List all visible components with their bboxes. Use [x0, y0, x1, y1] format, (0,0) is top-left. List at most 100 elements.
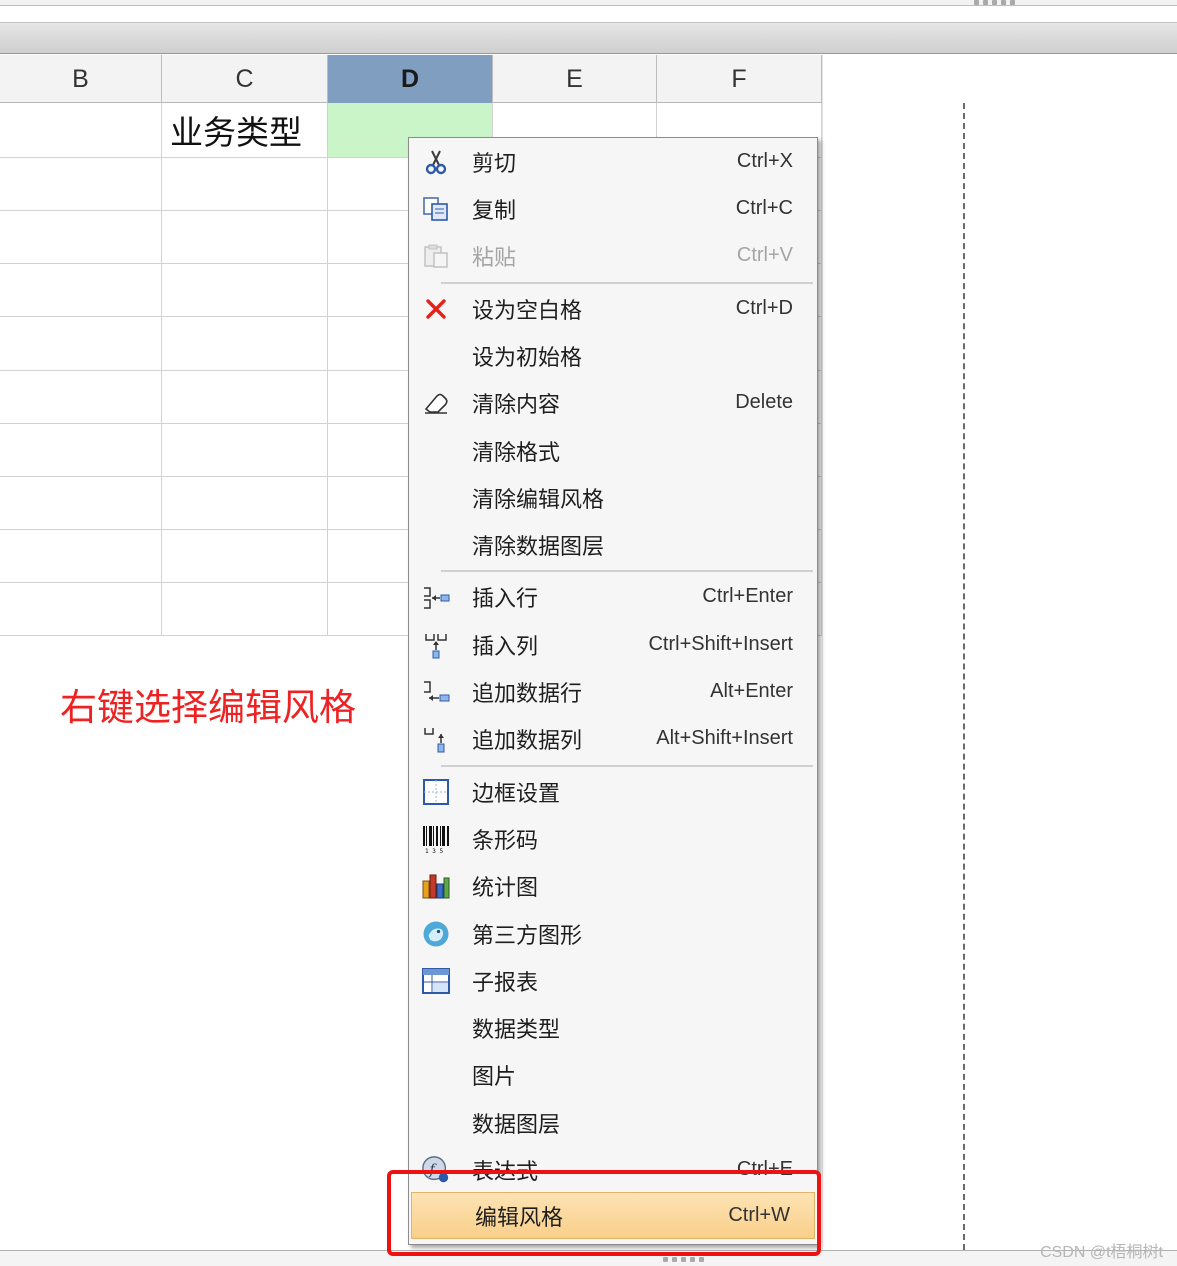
grid-cell[interactable] — [162, 264, 328, 316]
column-header-f[interactable]: F — [657, 55, 822, 103]
grid-cell[interactable] — [0, 477, 162, 529]
menu-item-label: 清除内容 — [472, 391, 561, 417]
scissors-icon — [421, 147, 451, 177]
menu-item-shortcut: Ctrl+D — [735, 297, 793, 319]
menu-item-13[interactable]: 追加数据列 Alt+Shift+Insert — [409, 715, 817, 762]
grid-cell[interactable] — [162, 211, 328, 263]
eraser-icon — [421, 388, 451, 418]
cell-c1[interactable]: 业务类型 — [162, 103, 328, 157]
column-header-d-label: D — [400, 64, 420, 93]
grid-cell[interactable] — [162, 583, 328, 635]
append-row-icon — [421, 677, 451, 707]
border-icon — [421, 777, 451, 807]
grid-cell[interactable] — [0, 317, 162, 370]
menu-item-shortcut: Ctrl+X — [736, 150, 793, 172]
menu-item-shortcut: Ctrl+Shift+Insert — [648, 633, 793, 655]
copy-icon — [421, 194, 451, 224]
grid-cell[interactable] — [0, 583, 162, 635]
grid-cell[interactable] — [162, 477, 328, 529]
grid-cell[interactable] — [162, 530, 328, 582]
menu-item-shortcut: Ctrl+V — [736, 244, 793, 266]
grid-cell[interactable] — [0, 264, 162, 316]
grid-cell[interactable] — [0, 371, 162, 423]
menu-item-19[interactable]: 数据类型 — [409, 1004, 817, 1051]
menu-item-17[interactable]: 第三方图形 — [409, 910, 817, 957]
menu-item-label: 粘贴 — [472, 244, 517, 270]
highlight-annotation-box — [387, 1170, 821, 1256]
menu-item-11[interactable]: 插入列 Ctrl+Shift+Insert — [409, 621, 817, 668]
menu-item-9[interactable]: 清除数据图层 — [409, 521, 817, 568]
column-header-bar: B C D E F — [0, 55, 822, 103]
bottom-resize-grip[interactable] — [655, 1257, 711, 1262]
grid-cell[interactable] — [162, 158, 328, 210]
grid-cell[interactable] — [162, 317, 328, 370]
menu-item-label: 清除格式 — [472, 439, 561, 465]
menu-item-8[interactable]: 清除编辑风格 — [409, 474, 817, 521]
grid-cell[interactable] — [0, 103, 162, 157]
menu-item-5[interactable]: 设为初始格 — [409, 332, 817, 379]
grid-cell[interactable] — [162, 424, 328, 476]
menu-icon-slot — [421, 436, 451, 466]
menu-item-label: 插入行 — [472, 585, 539, 611]
menu-item-label: 追加数据列 — [472, 727, 583, 753]
menu-item-shortcut: Alt+Shift+Insert — [656, 727, 793, 749]
subreport-icon — [421, 966, 451, 996]
menu-separator — [441, 570, 813, 572]
menu-item-shortcut: Ctrl+Enter — [702, 585, 793, 607]
menu-item-4[interactable]: 设为空白格 Ctrl+D — [409, 285, 817, 332]
menu-item-label: 设为空白格 — [472, 297, 583, 323]
menu-item-16[interactable]: 统计图 — [409, 862, 817, 909]
menu-item-shortcut: Ctrl+C — [735, 197, 793, 219]
menu-item-21[interactable]: 数据图层 — [409, 1099, 817, 1146]
grid-cell[interactable] — [0, 158, 162, 210]
menu-item-2[interactable]: 复制 Ctrl+C — [409, 185, 817, 232]
bar-chart-icon — [421, 871, 451, 901]
menu-item-20[interactable]: 图片 — [409, 1051, 817, 1098]
grid-cell[interactable] — [0, 211, 162, 263]
page-area — [822, 55, 1177, 1250]
column-header-f-label: F — [731, 64, 747, 93]
menu-item-label: 数据类型 — [472, 1016, 561, 1042]
page-boundary-line — [963, 103, 965, 1250]
barcode-icon: 1 3 5 — [421, 824, 451, 854]
menu-item-label: 图片 — [472, 1063, 517, 1089]
menu-item-7[interactable]: 清除格式 — [409, 427, 817, 474]
menu-icon-slot — [421, 1013, 451, 1043]
menu-item-12[interactable]: 追加数据行 Alt+Enter — [409, 668, 817, 715]
grid-cell[interactable] — [162, 371, 328, 423]
column-header-c-label: C — [235, 64, 254, 93]
menu-item-label: 统计图 — [472, 874, 539, 900]
menu-item-14[interactable]: 边框设置 — [409, 768, 817, 815]
menu-icon-slot — [421, 1060, 451, 1090]
menu-item-10[interactable]: 插入行 Ctrl+Enter — [409, 573, 817, 620]
menu-item-shortcut: Alt+Enter — [710, 680, 793, 702]
insert-row-icon — [421, 582, 451, 612]
menu-separator — [441, 282, 813, 284]
grid-cell[interactable] — [0, 530, 162, 582]
menu-item-15[interactable]: 1 3 5 条形码 — [409, 815, 817, 862]
column-header-c[interactable]: C — [162, 55, 328, 103]
column-header-e-label: E — [566, 64, 583, 93]
menu-item-shortcut: Delete — [735, 391, 793, 413]
grid-cell[interactable] — [0, 424, 162, 476]
menu-item-label: 清除编辑风格 — [472, 486, 605, 512]
menu-item-label: 条形码 — [472, 827, 539, 853]
menu-item-label: 插入列 — [472, 633, 539, 659]
append-column-icon — [421, 724, 451, 754]
top-resize-grip[interactable] — [966, 0, 1022, 5]
third-party-graphic-icon — [421, 919, 451, 949]
column-header-b-label: B — [72, 64, 89, 93]
menu-item-label: 边框设置 — [472, 780, 561, 806]
column-header-d[interactable]: D — [328, 55, 493, 103]
menu-item-6[interactable]: 清除内容 Delete — [409, 379, 817, 426]
menu-item-label: 复制 — [472, 197, 517, 223]
column-header-b[interactable]: B — [0, 55, 162, 103]
menu-item-3[interactable]: 粘贴 Ctrl+V — [409, 232, 817, 279]
column-header-e[interactable]: E — [493, 55, 657, 103]
top-window-edge — [0, 0, 1177, 6]
menu-icon-slot — [421, 483, 451, 513]
menu-item-1[interactable]: 剪切 Ctrl+X — [409, 138, 817, 185]
menu-icon-slot — [421, 530, 451, 560]
menu-item-label: 追加数据行 — [472, 680, 583, 706]
menu-item-18[interactable]: 子报表 — [409, 957, 817, 1004]
